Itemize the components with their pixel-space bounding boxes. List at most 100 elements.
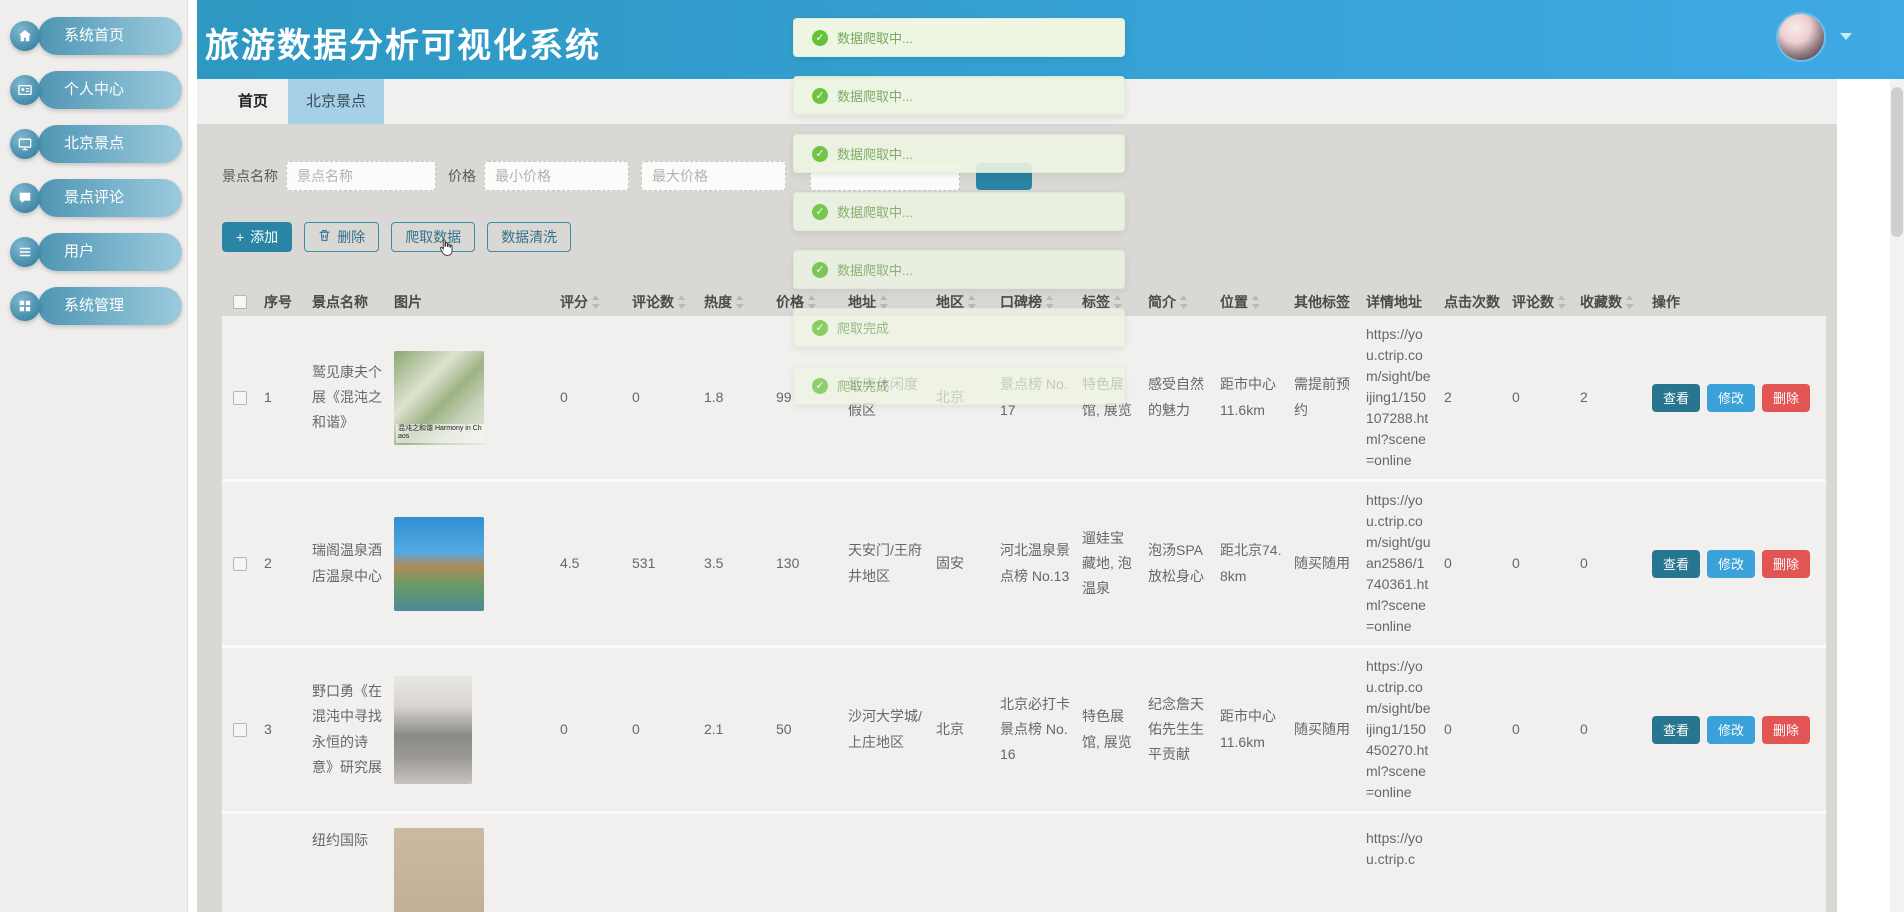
cell-rank: [994, 814, 1076, 912]
view-button[interactable]: 查看: [1652, 715, 1701, 744]
column-header[interactable]: 热度: [698, 290, 770, 314]
sort-icon[interactable]: [1045, 295, 1054, 309]
sort-icon[interactable]: [677, 295, 686, 309]
column-header-label: 收藏数: [1580, 294, 1622, 310]
cell-seq: [258, 814, 306, 912]
column-header: 详情地址: [1360, 290, 1438, 314]
monitor-icon: [10, 129, 40, 159]
column-header-label: 热度: [704, 294, 732, 310]
tab-beijing[interactable]: 北京景点: [288, 79, 385, 124]
sidebar-item-label: 北京景点: [38, 125, 182, 163]
success-icon: ✓: [812, 319, 828, 336]
cell-clicks: 2: [1444, 388, 1452, 405]
home-icon: [10, 21, 40, 51]
filter-price-min-input[interactable]: [484, 161, 629, 191]
row-checkbox[interactable]: [233, 722, 247, 737]
clean-data-button[interactable]: 数据清洗: [487, 222, 572, 252]
row-checkbox[interactable]: [233, 390, 247, 405]
cell-comments2: [1506, 814, 1574, 912]
cell-score: [554, 814, 626, 912]
avatar[interactable]: [1778, 14, 1824, 60]
sort-icon[interactable]: [1251, 295, 1260, 309]
view-button[interactable]: 查看: [1652, 383, 1701, 412]
edit-button[interactable]: 修改: [1707, 383, 1756, 412]
sort-icon[interactable]: [591, 295, 600, 309]
cell-location: 距市中心11.6km: [1220, 376, 1276, 418]
sort-icon[interactable]: [807, 295, 816, 309]
filter-price-max-input[interactable]: [641, 161, 786, 191]
success-icon: ✓: [812, 145, 828, 162]
cell-seq: 2: [264, 554, 272, 571]
cell-favs: 2: [1580, 388, 1588, 405]
id-card-icon: [10, 75, 40, 105]
sidebar-item-system[interactable]: 系统管理: [10, 287, 182, 325]
sidebar-item-comments[interactable]: 景点评论: [10, 179, 182, 217]
column-header[interactable]: 评论数: [626, 290, 698, 314]
tab-home[interactable]: 首页: [228, 79, 278, 124]
delete-button[interactable]: 删除: [304, 222, 380, 252]
sidebar-item-profile[interactable]: 个人中心: [10, 71, 182, 109]
cell-name: 纽约国际: [312, 832, 368, 848]
filter-name-label: 景点名称: [222, 168, 278, 184]
cell-heat: 2.1: [704, 720, 724, 737]
sort-icon[interactable]: [1625, 295, 1634, 309]
attraction-image: [394, 675, 472, 784]
success-icon: ✓: [812, 29, 828, 46]
column-header-label: 图片: [394, 294, 422, 310]
sidebar-item-home[interactable]: 系统首页: [10, 17, 182, 55]
cell-tags: 遛娃宝藏地, 泡温泉: [1082, 529, 1132, 597]
scrollbar-thumb[interactable]: [1891, 87, 1903, 237]
sort-icon[interactable]: [879, 295, 888, 309]
cell-location: [1214, 814, 1288, 912]
success-icon: ✓: [812, 377, 828, 394]
column-header[interactable]: 评分: [554, 290, 626, 314]
cell-comments2: 0: [1512, 554, 1520, 571]
crawl-data-button[interactable]: 爬取数据: [391, 222, 476, 252]
column-header[interactable]: 评论数: [1506, 290, 1574, 314]
cell-score: 0: [560, 720, 568, 737]
sort-icon[interactable]: [735, 295, 744, 309]
row-checkbox[interactable]: [233, 556, 247, 571]
column-header[interactable]: 收藏数: [1574, 290, 1646, 314]
sidebar-item-users[interactable]: 用户: [10, 233, 182, 271]
cell-rank: 河北温泉景点榜 No.13: [1000, 542, 1070, 584]
select-all-checkbox[interactable]: [233, 295, 247, 309]
column-header[interactable]: 位置: [1214, 290, 1288, 314]
edit-button[interactable]: 修改: [1707, 715, 1756, 744]
cell-url: https://you.ctrip.com/sight/beijing1/150…: [1366, 658, 1431, 800]
sort-icon[interactable]: [1113, 295, 1122, 309]
cell-rank: 北京必打卡景点榜 No.16: [1000, 695, 1070, 763]
column-header-label: 评论数: [632, 294, 674, 310]
cell-actions: [1646, 814, 1826, 912]
cell-name: 鹫见康夫个展《混沌之和谐》: [312, 363, 382, 431]
toast-message: ✓ 数据爬取中...: [793, 250, 1125, 289]
sidebar-item-attractions[interactable]: 北京景点: [10, 125, 182, 163]
delete-row-button[interactable]: 删除: [1762, 549, 1811, 578]
cell-url: https://you.ctrip.com/sight/beijing1/150…: [1366, 326, 1431, 468]
cell-comments2: 0: [1512, 388, 1520, 405]
scrollbar-track[interactable]: [1890, 79, 1904, 912]
delete-row-button[interactable]: 删除: [1762, 383, 1811, 412]
column-header: 其他标签: [1288, 290, 1360, 314]
column-header[interactable]: 简介: [1142, 290, 1214, 314]
table-row: 纽约国际 https://you.ctrip.c: [222, 814, 1826, 912]
sidebar-nav: 系统首页个人中心北京景点景点评论用户系统管理: [0, 17, 187, 325]
delete-row-button[interactable]: 删除: [1762, 715, 1811, 744]
view-button[interactable]: 查看: [1652, 549, 1701, 578]
sort-icon[interactable]: [1179, 295, 1188, 309]
chevron-down-icon[interactable]: [1840, 33, 1852, 40]
toast-message: ✓ 数据爬取中...: [793, 18, 1125, 57]
attraction-image: 混沌之和谐 Harmony in Chaos: [394, 350, 484, 445]
filter-name-input[interactable]: [286, 161, 436, 191]
attraction-image: [394, 516, 484, 611]
sidebar-item-label: 用户: [38, 233, 182, 271]
cell-price: 130: [776, 554, 800, 571]
cell-url: https://you.ctrip.com/sight/guan2586/174…: [1366, 492, 1431, 634]
edit-button[interactable]: 修改: [1707, 549, 1756, 578]
sidebar-item-label: 系统首页: [38, 17, 182, 55]
sort-icon[interactable]: [967, 295, 976, 309]
add-button[interactable]: + 添加: [222, 222, 293, 252]
cell-comments2: 0: [1512, 720, 1520, 737]
sort-icon[interactable]: [1557, 295, 1566, 309]
cell-actions: 查看 修改 删除: [1646, 316, 1826, 479]
